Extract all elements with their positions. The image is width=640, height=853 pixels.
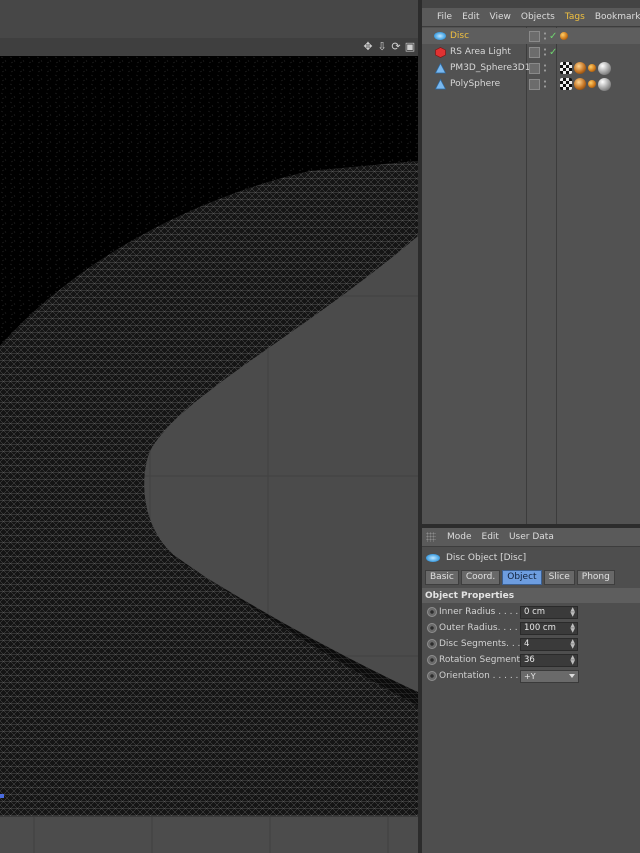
- panel-grip-icon[interactable]: [426, 532, 436, 542]
- param-outer-radius: Outer Radius. . . . . 100 cm ▲ ▼: [422, 621, 640, 635]
- layer-icon[interactable]: [529, 30, 540, 42]
- section-header: Object Properties: [422, 588, 640, 603]
- menu-mode[interactable]: Mode: [442, 532, 477, 542]
- param-disc-segments: Disc Segments. . . . 4 ▲ ▼: [422, 637, 640, 651]
- tag-list: [560, 32, 568, 40]
- animate-radio-icon[interactable]: [427, 607, 437, 617]
- viewport[interactable]: ✥ ⇩ ⟳ ▣: [0, 0, 420, 853]
- spinner-arrows-icon[interactable]: ▲ ▼: [570, 638, 575, 649]
- spinner-arrows-icon[interactable]: ▲ ▼: [570, 654, 575, 665]
- attribute-manager-menubar: Mode Edit User Data: [422, 528, 640, 547]
- visibility-dots-icon[interactable]: [543, 63, 547, 73]
- texture-tag-icon[interactable]: [560, 78, 572, 90]
- viewport-toolbar: [0, 0, 420, 38]
- object-list: Disc ✓ RS Area Light ✓ PM3D_Sphere3D1 Po…: [422, 27, 640, 524]
- rotation-segments-input[interactable]: 36 ▲ ▼: [520, 653, 578, 667]
- object-row-pm3d-sphere[interactable]: PM3D_Sphere3D1: [422, 60, 640, 76]
- phong-tag-icon[interactable]: [588, 64, 596, 72]
- viewport-navigation: ✥ ⇩ ⟳ ▣: [362, 40, 416, 53]
- object-name[interactable]: Disc: [450, 31, 469, 41]
- tab-phong[interactable]: Phong: [576, 569, 615, 585]
- area-light-icon: [434, 46, 446, 58]
- visibility-dots-icon[interactable]: [543, 31, 547, 41]
- enabled-check-icon[interactable]: ✓: [549, 31, 557, 42]
- polygon-object-icon: [434, 78, 446, 90]
- menu-edit[interactable]: Edit: [477, 532, 504, 542]
- tab-basic[interactable]: Basic: [425, 569, 459, 585]
- object-name[interactable]: PolySphere: [450, 79, 500, 89]
- disc-icon: [434, 30, 446, 42]
- visibility-dots-icon[interactable]: [543, 47, 547, 57]
- texture-tag-icon[interactable]: [560, 62, 572, 74]
- layer-icon[interactable]: [529, 46, 540, 58]
- tab-object[interactable]: Object: [502, 569, 542, 585]
- disc-icon: [426, 554, 440, 562]
- rotate-view-icon[interactable]: ⟳: [390, 40, 402, 53]
- viewport-header: [0, 38, 420, 56]
- axis-marker: [0, 794, 4, 798]
- layer-icon[interactable]: [529, 78, 540, 90]
- animate-radio-icon[interactable]: [427, 671, 437, 681]
- object-manager-menubar: File Edit View Objects Tags Bookmarks: [422, 8, 640, 27]
- menu-view[interactable]: View: [485, 12, 516, 22]
- param-inner-radius: Inner Radius . . . . . 0 cm ▲ ▼: [422, 605, 640, 619]
- animate-radio-icon[interactable]: [427, 639, 437, 649]
- object-row-polysphere[interactable]: PolySphere: [422, 76, 640, 92]
- tag-list: [560, 61, 611, 75]
- object-row-area-light[interactable]: RS Area Light ✓: [422, 44, 640, 60]
- tag-list: [560, 77, 611, 91]
- material-tag-icon[interactable]: [574, 62, 586, 74]
- dolly-view-icon[interactable]: ⇩: [376, 40, 388, 53]
- param-label: Orientation . . . . . .: [439, 671, 525, 681]
- tab-coord[interactable]: Coord.: [460, 569, 501, 585]
- tab-slice[interactable]: Slice: [543, 569, 575, 585]
- polygon-object-icon: [434, 62, 446, 74]
- param-rotation-segments: Rotation Segments 36 ▲ ▼: [422, 653, 640, 667]
- spinner-arrows-icon[interactable]: ▲ ▼: [570, 606, 575, 617]
- param-label: Rotation Segments: [439, 655, 525, 665]
- phong-tag-icon[interactable]: [560, 32, 568, 40]
- animate-radio-icon[interactable]: [427, 655, 437, 665]
- object-row-disc[interactable]: Disc ✓: [422, 28, 640, 44]
- object-name[interactable]: RS Area Light: [450, 47, 511, 57]
- enabled-check-icon[interactable]: ✓: [549, 47, 557, 58]
- menu-objects[interactable]: Objects: [516, 12, 560, 22]
- animate-radio-icon[interactable]: [427, 623, 437, 633]
- inner-radius-input[interactable]: 0 cm ▲ ▼: [520, 605, 578, 619]
- menu-bookmarks[interactable]: Bookmarks: [590, 12, 640, 22]
- object-manager: File Edit View Objects Tags Bookmarks Di…: [422, 8, 640, 524]
- param-label: Disc Segments. . . .: [439, 639, 527, 649]
- param-label: Inner Radius . . . . .: [439, 607, 524, 617]
- phong-tag-icon[interactable]: [588, 80, 596, 88]
- attribute-tabs: Basic Coord. Object Slice Phong: [422, 569, 640, 585]
- param-orientation: Orientation . . . . . . +Y: [422, 669, 640, 683]
- object-name[interactable]: PM3D_Sphere3D1: [450, 63, 530, 73]
- attribute-title-text: Disc Object [Disc]: [446, 553, 527, 563]
- move-view-icon[interactable]: ✥: [362, 40, 374, 53]
- material-sphere-icon[interactable]: [598, 77, 611, 91]
- chevron-down-icon: [569, 673, 575, 678]
- visibility-dots-icon[interactable]: [543, 79, 547, 89]
- material-sphere-icon[interactable]: [598, 61, 611, 75]
- attribute-manager: Mode Edit User Data Disc Object [Disc] B…: [422, 528, 640, 853]
- param-label: Outer Radius. . . . .: [439, 623, 524, 633]
- menu-user-data[interactable]: User Data: [504, 532, 559, 542]
- maximize-view-icon[interactable]: ▣: [404, 40, 416, 53]
- material-tag-icon[interactable]: [574, 78, 586, 90]
- layer-icon[interactable]: [529, 62, 540, 74]
- attribute-title: Disc Object [Disc]: [422, 547, 640, 569]
- menu-tags[interactable]: Tags: [560, 12, 590, 22]
- outer-radius-input[interactable]: 100 cm ▲ ▼: [520, 621, 578, 635]
- menu-edit[interactable]: Edit: [457, 12, 484, 22]
- viewport-canvas[interactable]: [0, 56, 418, 816]
- disc-segments-input[interactable]: 4 ▲ ▼: [520, 637, 578, 651]
- viewport-bottom-grid: [0, 816, 420, 853]
- orientation-dropdown[interactable]: +Y: [520, 669, 579, 683]
- menu-file[interactable]: File: [432, 12, 457, 22]
- spinner-arrows-icon[interactable]: ▲ ▼: [570, 622, 575, 633]
